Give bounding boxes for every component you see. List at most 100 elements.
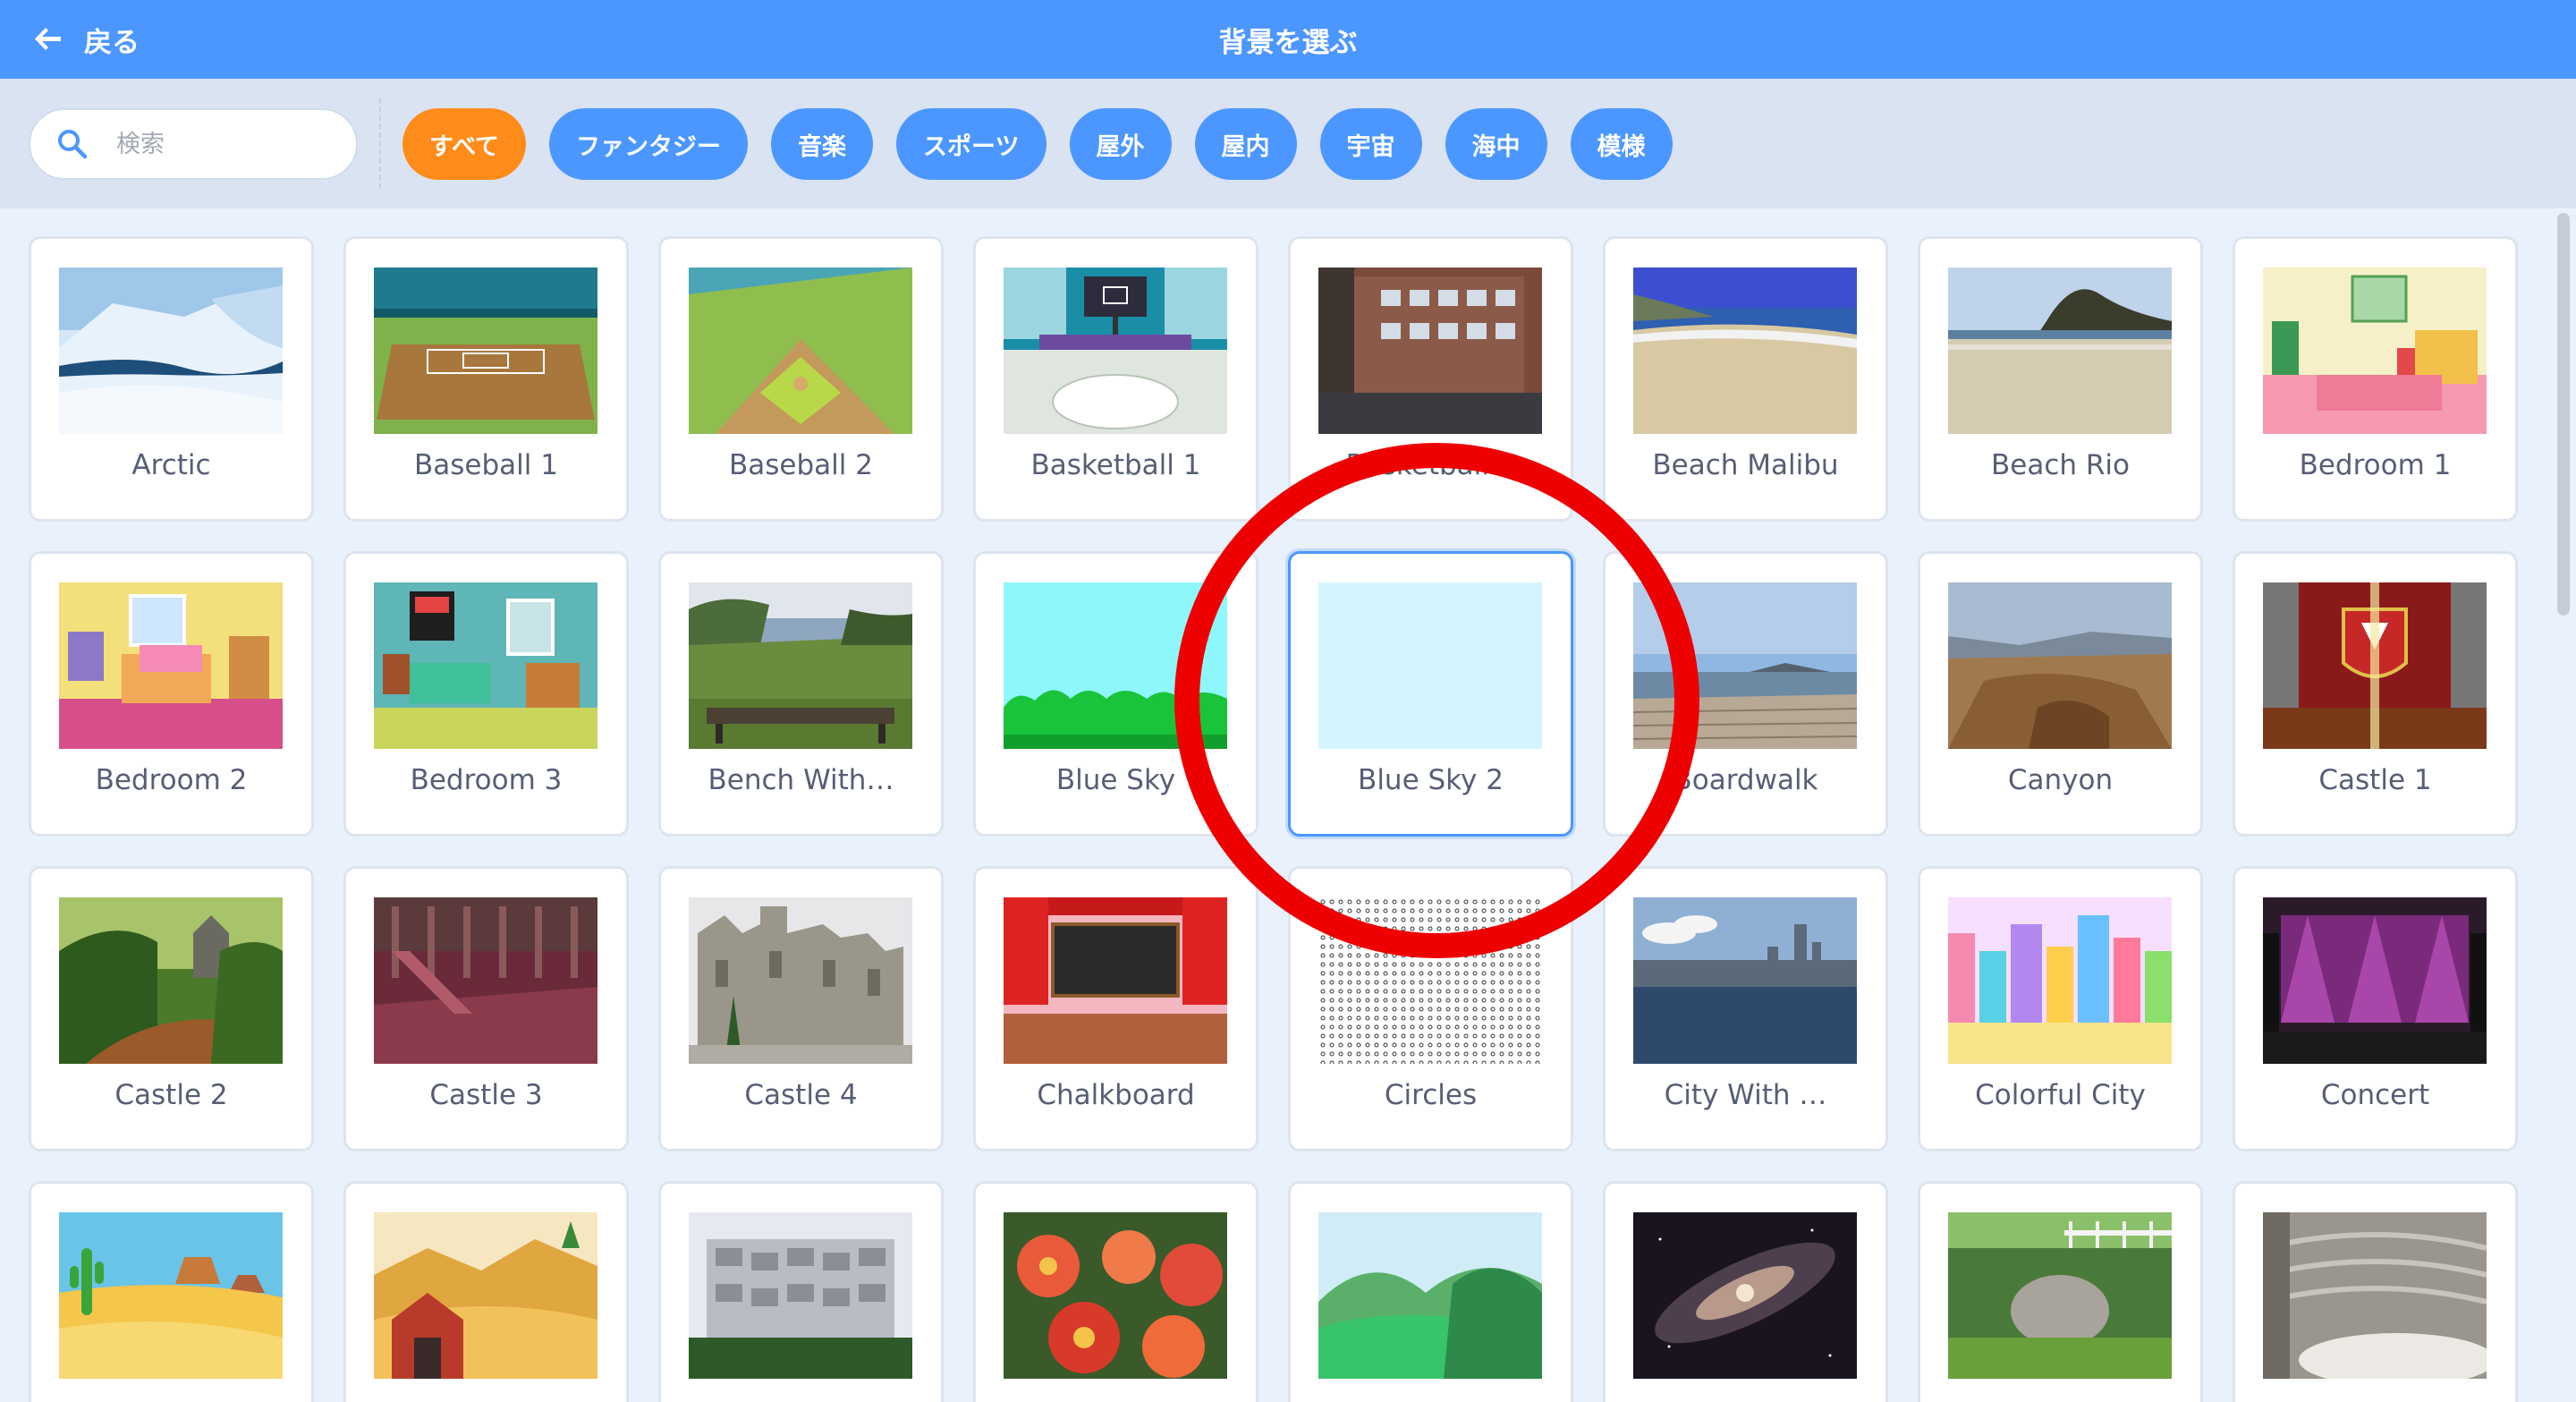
backdrop-thumbnail — [2263, 1212, 2487, 1379]
backdrop-label: Blue Sky — [1055, 764, 1176, 796]
backdrop-card[interactable]: Basketball 1 — [973, 236, 1258, 522]
basketball-2-thumbnail-icon — [1318, 268, 1542, 434]
tag-button[interactable]: 音楽 — [771, 108, 874, 180]
backdrop-thumbnail — [1948, 582, 2172, 749]
backdrop-thumbnail — [1004, 268, 1227, 434]
backdrop-card[interactable] — [1288, 1181, 1573, 1402]
building-thumbnail-icon — [689, 1212, 912, 1379]
backdrop-card[interactable]: City With … — [1603, 866, 1888, 1151]
backdrop-card[interactable]: Blue Sky — [973, 551, 1258, 837]
flowers-thumbnail-icon — [1004, 1212, 1227, 1379]
bench-thumbnail-icon — [689, 582, 912, 749]
backdrop-label: Beach Rio — [1991, 449, 2130, 481]
backdrop-card[interactable] — [29, 1181, 314, 1402]
tag-button[interactable]: 模様 — [1570, 108, 1673, 180]
backdrop-label: Bedroom 3 — [410, 764, 563, 796]
backdrop-card[interactable] — [2233, 1181, 2518, 1402]
amphitheater-thumbnail-icon — [2263, 1212, 2487, 1379]
backdrop-card[interactable] — [1918, 1181, 2203, 1402]
castle-1-thumbnail-icon — [2263, 582, 2487, 749]
backdrop-card[interactable]: Chalkboard — [973, 866, 1258, 1151]
backdrop-card[interactable]: Bedroom 3 — [343, 551, 629, 837]
backdrop-card[interactable]: Blue Sky 2 — [1288, 551, 1573, 837]
backdrop-card[interactable]: Beach Malibu — [1603, 236, 1888, 522]
backdrop-thumbnail — [1633, 1212, 1857, 1379]
backdrop-card[interactable] — [973, 1181, 1258, 1402]
backdrop-label: Basketball 1 — [1030, 449, 1201, 481]
tag-button[interactable]: 屋内 — [1194, 108, 1297, 180]
beach-malibu-thumbnail-icon — [1633, 268, 1857, 434]
baseball-1-thumbnail-icon — [374, 268, 597, 434]
tag-button[interactable]: 屋外 — [1069, 108, 1172, 180]
page-title: 背景を選ぶ — [1218, 26, 1358, 59]
tag-button[interactable]: 海中 — [1445, 108, 1547, 180]
galaxy-thumbnail-icon — [1633, 1212, 1857, 1379]
bedroom-2-thumbnail-icon — [59, 582, 283, 749]
backdrop-thumbnail — [374, 268, 597, 434]
backdrop-card[interactable]: Boardwalk — [1603, 551, 1888, 837]
search-input[interactable] — [116, 130, 331, 158]
backdrop-label: Baseball 1 — [414, 449, 558, 481]
beach-rio-thumbnail-icon — [1948, 268, 2172, 434]
colorful-city-thumbnail-icon — [1948, 897, 2172, 1064]
backdrop-label: Basketball 2 — [1345, 449, 1516, 481]
castle-4-thumbnail-icon — [689, 897, 912, 1064]
concert-thumbnail-icon — [2263, 897, 2487, 1064]
backdrop-card[interactable]: Bench With… — [658, 551, 944, 837]
backdrop-thumbnail — [374, 1212, 597, 1379]
canyon-thumbnail-icon — [1948, 582, 2172, 749]
backdrop-thumbnail — [2263, 582, 2487, 749]
backdrop-thumbnail — [1633, 897, 1857, 1064]
forest-thumbnail-icon — [1318, 1212, 1542, 1379]
backdrop-label: Beach Malibu — [1652, 449, 1839, 481]
blue-sky-thumbnail-icon — [1004, 582, 1227, 749]
tag-button[interactable]: 宇宙 — [1319, 108, 1422, 180]
backdrop-card[interactable]: Colorful City — [1918, 866, 2203, 1151]
backdrop-card[interactable]: Bedroom 2 — [29, 551, 314, 837]
tag-button[interactable]: ファンタジー — [549, 108, 749, 180]
filter-bar: すべてファンタジー音楽スポーツ屋外屋内宇宙海中模様 — [0, 79, 2576, 208]
backdrop-label: Bedroom 2 — [95, 764, 248, 796]
backdrop-card[interactable]: Baseball 2 — [658, 236, 944, 522]
search-icon — [58, 130, 88, 159]
circles-thumbnail-icon — [1318, 897, 1542, 1064]
backdrop-card[interactable]: Canyon — [1918, 551, 2203, 837]
backdrop-card[interactable]: Castle 4 — [658, 866, 944, 1151]
backdrop-card[interactable] — [343, 1181, 629, 1402]
filter-divider — [379, 98, 381, 189]
backdrop-card[interactable]: Circles — [1288, 866, 1573, 1151]
backdrop-thumbnail — [1318, 582, 1542, 749]
backdrop-card[interactable]: Bedroom 1 — [2233, 236, 2518, 522]
backdrop-thumbnail — [59, 268, 283, 434]
backdrop-label: Castle 2 — [114, 1079, 228, 1111]
backdrop-card[interactable]: Castle 1 — [2233, 551, 2518, 837]
backdrop-thumbnail — [1948, 268, 2172, 434]
backdrop-card[interactable]: Beach Rio — [1918, 236, 2203, 522]
tag-button[interactable]: すべて — [402, 108, 527, 180]
header-bar: 戻る 背景を選ぶ — [0, 0, 2576, 79]
backdrop-card[interactable] — [1603, 1181, 1888, 1402]
search-box[interactable] — [29, 108, 358, 180]
backdrop-library-page: 戻る 背景を選ぶ すべてファンタジー音楽スポーツ屋外屋内宇宙海中模様 Arcti… — [0, 0, 2576, 1402]
backdrop-thumbnail — [2263, 268, 2487, 434]
backdrop-thumbnail — [59, 582, 283, 749]
backdrop-label: Blue Sky 2 — [1358, 764, 1504, 796]
backdrop-label: Castle 1 — [2318, 764, 2432, 796]
backdrop-card[interactable] — [658, 1181, 944, 1402]
backdrop-label: Colorful City — [1975, 1079, 2146, 1111]
backdrop-card[interactable]: Baseball 1 — [343, 236, 629, 522]
backdrop-card[interactable]: Castle 3 — [343, 866, 629, 1151]
backdrop-label: Canyon — [2007, 764, 2114, 796]
backdrop-card[interactable]: Castle 2 — [29, 866, 314, 1151]
back-button[interactable]: 戻る — [30, 0, 140, 79]
basketball-1-thumbnail-icon — [1004, 268, 1227, 434]
backdrop-label: Bedroom 1 — [2299, 449, 2452, 481]
bedroom-1-thumbnail-icon — [2263, 268, 2487, 434]
backdrop-card[interactable]: Basketball 2 — [1288, 236, 1573, 522]
desert-thumbnail-icon — [59, 1212, 283, 1379]
tag-button[interactable]: スポーツ — [896, 108, 1046, 180]
backdrop-card[interactable]: Concert — [2233, 866, 2518, 1151]
bedroom-3-thumbnail-icon — [374, 582, 597, 749]
scrollbar-thumb[interactable] — [2557, 213, 2570, 616]
backdrop-card[interactable]: Arctic — [29, 236, 314, 522]
